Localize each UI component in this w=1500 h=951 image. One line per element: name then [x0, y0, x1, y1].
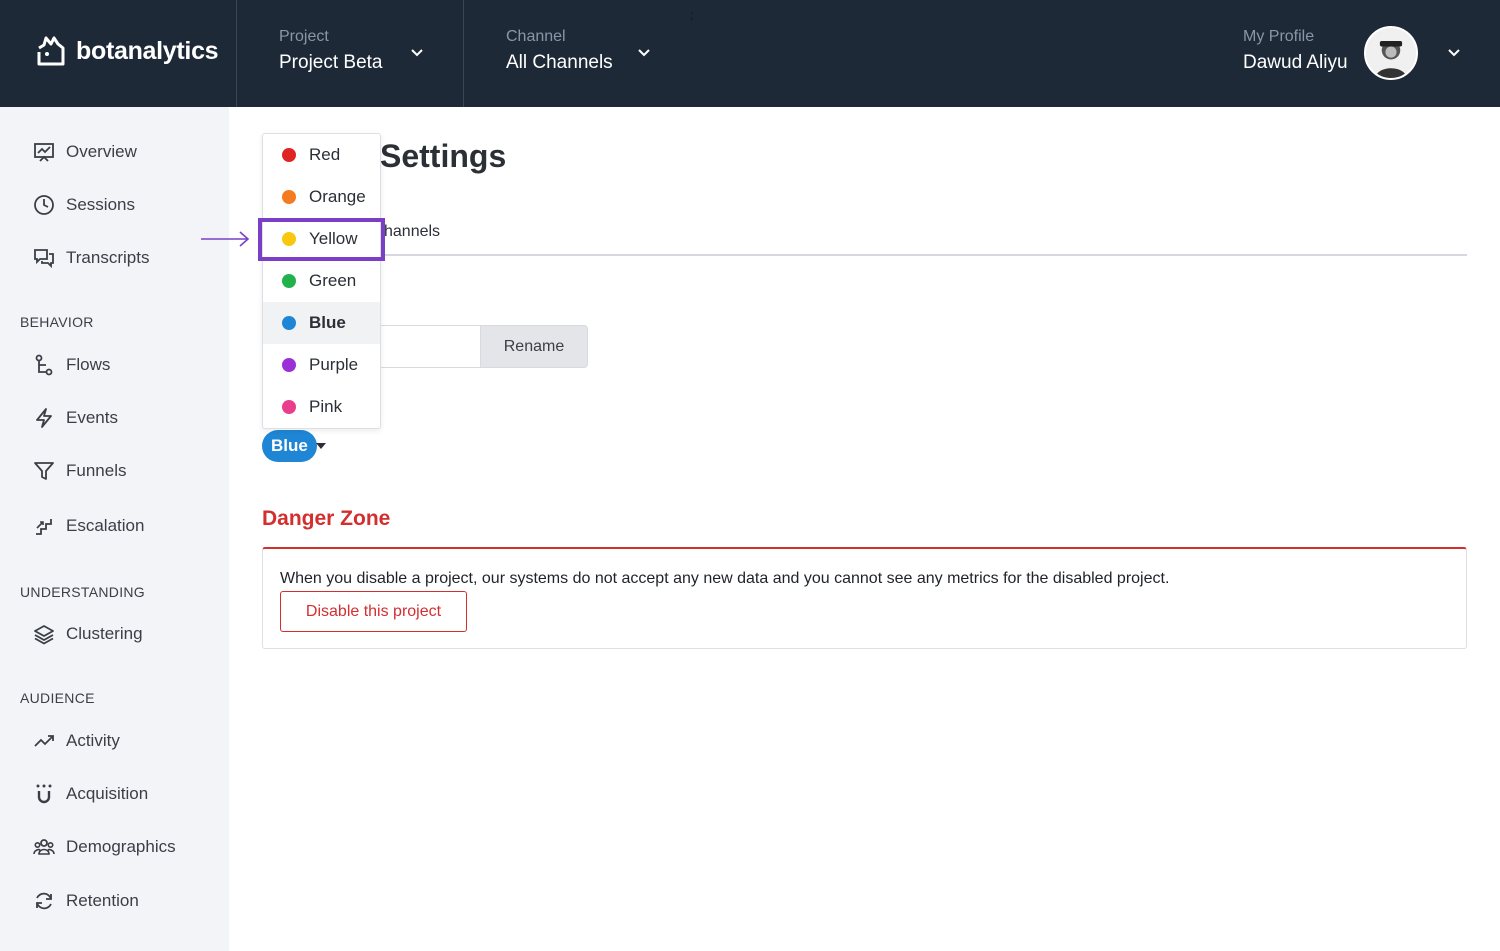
- color-option-label: Blue: [309, 313, 346, 332]
- overview-icon: [34, 143, 54, 162]
- sidebar-item-label: Events: [66, 408, 118, 427]
- header-divider: [236, 0, 237, 107]
- color-option-label: Green: [309, 271, 357, 290]
- sidebar-item-retention[interactable]: Retention: [33, 890, 139, 912]
- brand-name: botanalytics: [76, 36, 219, 65]
- rename-button[interactable]: Rename: [480, 325, 588, 368]
- tab-divider: [262, 254, 1467, 256]
- green-dot-icon: [282, 274, 296, 288]
- magnet-icon: [36, 784, 52, 804]
- layers-icon: [34, 625, 54, 645]
- sidebar-item-flows[interactable]: Flows: [33, 354, 110, 376]
- profile-name: Dawud Aliyu: [1243, 52, 1348, 73]
- stairs-icon: [36, 519, 52, 535]
- bot-logo-icon: [37, 36, 65, 66]
- color-option-pink[interactable]: Pink: [263, 386, 380, 428]
- channel-picker-value: All Channels: [506, 52, 613, 73]
- chat-icon: [34, 249, 54, 269]
- group-icon: [33, 839, 55, 855]
- sidebar-item-label: Sessions: [66, 195, 135, 214]
- section-title-behavior: BEHAVIOR: [20, 314, 94, 330]
- chevron-down-icon[interactable]: [1446, 44, 1462, 60]
- tab-channels[interactable]: hannels: [384, 223, 440, 241]
- danger-zone-panel: When you disable a project, our systems …: [262, 547, 1467, 649]
- danger-zone-title: Danger Zone: [262, 507, 391, 530]
- sidebar-item-clustering[interactable]: Clustering: [33, 623, 143, 645]
- brand-logo[interactable]: botanalytics: [34, 34, 219, 68]
- profile-menu[interactable]: My Profile Dawud Aliyu: [1243, 28, 1348, 74]
- sidebar-item-demographics[interactable]: Demographics: [33, 836, 176, 858]
- stray-mark: ;: [690, 8, 694, 22]
- color-option-green[interactable]: Green: [263, 260, 380, 302]
- funnel-icon: [34, 462, 54, 480]
- color-option-label: Purple: [309, 355, 359, 374]
- highlight-box: [258, 218, 385, 261]
- channel-picker[interactable]: Channel All Channels: [506, 28, 613, 74]
- section-title-understanding: UNDERSTANDING: [20, 584, 145, 600]
- chevron-down-icon[interactable]: [409, 44, 425, 60]
- section-title-audience: AUDIENCE: [20, 690, 95, 706]
- caret-down-icon[interactable]: [316, 443, 326, 449]
- page-title: Settings: [380, 138, 507, 174]
- color-option-orange[interactable]: Orange: [263, 176, 380, 218]
- sidebar-item-label: Demographics: [66, 837, 176, 856]
- color-dropdown-menu: Red Orange Yellow Green Blue Purple Pink: [262, 133, 381, 429]
- sidebar-item-funnels[interactable]: Funnels: [33, 460, 126, 482]
- sidebar-item-transcripts[interactable]: Transcripts: [33, 247, 149, 269]
- header-divider: [463, 0, 464, 107]
- sidebar-item-sessions[interactable]: Sessions: [33, 194, 135, 216]
- sidebar: Overview Sessions Transcripts BEHAVIOR F…: [0, 107, 229, 951]
- sidebar-item-escalation[interactable]: Escalation: [33, 515, 144, 537]
- sidebar-item-label: Retention: [66, 891, 139, 910]
- refresh-icon: [36, 892, 52, 910]
- sidebar-item-label: Activity: [66, 731, 120, 750]
- trend-icon: [34, 735, 54, 747]
- top-bar: botanalytics Project Project Beta Channe…: [0, 0, 1500, 107]
- project-picker[interactable]: Project Project Beta: [279, 28, 383, 74]
- color-option-blue[interactable]: Blue: [263, 302, 380, 344]
- color-option-red[interactable]: Red: [263, 134, 380, 176]
- chevron-down-icon[interactable]: [636, 44, 652, 60]
- project-picker-label: Project: [279, 28, 329, 45]
- project-picker-value: Project Beta: [279, 52, 383, 73]
- sidebar-item-label: Transcripts: [66, 248, 150, 267]
- avatar[interactable]: [1364, 26, 1418, 80]
- channel-picker-label: Channel: [506, 28, 566, 45]
- color-option-label: Orange: [309, 187, 366, 206]
- red-dot-icon: [282, 148, 296, 162]
- flows-icon: [35, 354, 53, 376]
- orange-dot-icon: [282, 190, 296, 204]
- arrow-right-icon: [201, 231, 250, 247]
- color-option-purple[interactable]: Purple: [263, 344, 380, 386]
- sidebar-item-activity[interactable]: Activity: [33, 730, 120, 752]
- sidebar-item-label: Clustering: [66, 624, 143, 643]
- danger-zone-text: When you disable a project, our systems …: [280, 570, 1170, 587]
- profile-label: My Profile: [1243, 28, 1315, 45]
- sidebar-item-label: Funnels: [66, 461, 127, 480]
- sidebar-item-acquisition[interactable]: Acquisition: [33, 783, 148, 805]
- sidebar-item-label: Acquisition: [66, 784, 149, 803]
- color-option-label: Red: [309, 145, 341, 164]
- sidebar-item-label: Flows: [66, 355, 111, 374]
- purple-dot-icon: [282, 358, 296, 372]
- sidebar-item-events[interactable]: Events: [33, 407, 118, 429]
- bolt-icon: [36, 408, 52, 428]
- disable-project-button[interactable]: Disable this project: [280, 591, 467, 632]
- sidebar-item-overview[interactable]: Overview: [33, 141, 137, 163]
- clock-icon: [34, 195, 54, 215]
- sidebar-item-label: Escalation: [66, 516, 145, 535]
- color-badge[interactable]: Blue: [262, 430, 317, 462]
- sidebar-item-label: Overview: [66, 142, 137, 161]
- pink-dot-icon: [282, 400, 296, 414]
- blue-dot-icon: [282, 316, 296, 330]
- color-option-label: Pink: [309, 397, 343, 416]
